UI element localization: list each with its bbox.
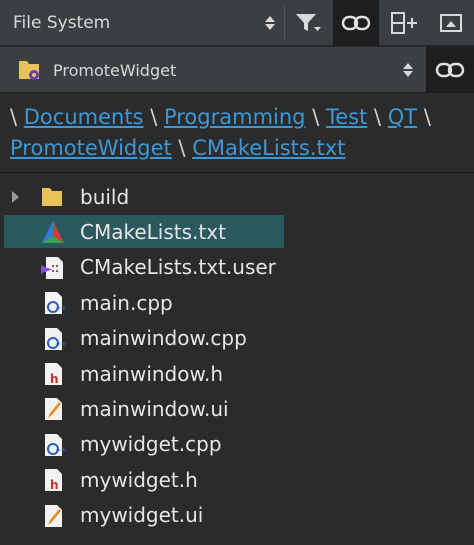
- ui-file-icon: [45, 398, 62, 421]
- breadcrumb-separator: \: [150, 105, 158, 129]
- header-file-icon: h: [45, 362, 62, 386]
- toolbar: File System: [0, 0, 474, 46]
- panel-icon: [440, 14, 462, 32]
- link-icon: [435, 62, 465, 78]
- divider: [0, 172, 474, 173]
- link-with-editor-button[interactable]: [333, 0, 379, 46]
- close-sidebar-button[interactable]: [428, 0, 474, 46]
- list-item[interactable]: h mywidget.h: [0, 462, 474, 497]
- user-file-icon: [41, 256, 63, 279]
- up-down-arrows-icon: [401, 51, 415, 89]
- filter-icon: [296, 14, 321, 31]
- cpp-file-icon: ++: [45, 292, 66, 315]
- ui-file-icon: [45, 504, 62, 527]
- project-selector[interactable]: PromoteWidget: [3, 51, 423, 89]
- file-name: CMakeLists.txt.user: [80, 255, 276, 280]
- expand-arrow-icon[interactable]: [12, 190, 19, 203]
- filter-button[interactable]: [285, 0, 331, 46]
- file-name: build: [80, 184, 130, 209]
- file-name: mainwindow.ui: [80, 397, 229, 422]
- split-button[interactable]: [381, 0, 427, 46]
- folder-icon: [42, 188, 62, 206]
- breadcrumb-separator: \: [423, 105, 431, 129]
- file-name: mainwindow.cpp: [80, 326, 247, 351]
- breadcrumb-qt[interactable]: QT: [388, 105, 417, 129]
- list-item[interactable]: mywidget.ui: [0, 498, 474, 533]
- list-item[interactable]: h mainwindow.h: [0, 356, 474, 391]
- cmake-icon: [42, 221, 64, 244]
- up-down-arrows-icon: [263, 4, 277, 42]
- svg-text:h: h: [50, 478, 59, 492]
- split-add-icon: [391, 12, 417, 34]
- view-selector[interactable]: File System: [3, 4, 283, 42]
- list-item[interactable]: build: [0, 179, 474, 214]
- file-name: mywidget.cpp: [80, 432, 222, 457]
- list-item[interactable]: CMakeLists.txt.user: [0, 250, 474, 285]
- svg-text:h: h: [50, 372, 59, 386]
- list-item[interactable]: CMakeLists.txt: [0, 214, 474, 249]
- project-bar: PromoteWidget: [0, 47, 474, 93]
- breadcrumb-separator: \: [312, 105, 320, 129]
- file-name: mainwindow.h: [80, 361, 224, 386]
- file-name: CMakeLists.txt: [80, 220, 226, 245]
- view-selector-label: File System: [13, 13, 111, 33]
- breadcrumb-programming[interactable]: Programming: [164, 105, 306, 129]
- list-item[interactable]: ++ main.cpp: [0, 285, 474, 320]
- breadcrumb-cmakelists[interactable]: CMakeLists.txt: [192, 136, 345, 160]
- list-item[interactable]: ++ mywidget.cpp: [0, 427, 474, 462]
- breadcrumb-separator: \: [178, 136, 186, 160]
- link-icon: [341, 15, 371, 31]
- breadcrumb-test[interactable]: Test: [326, 105, 367, 129]
- breadcrumb-promotewidget[interactable]: PromoteWidget: [10, 136, 172, 160]
- breadcrumb-separator: \: [10, 105, 18, 129]
- breadcrumb: \ Documents \ Programming \ Test \ QT \ …: [10, 102, 470, 164]
- cpp-file-icon: ++: [45, 327, 66, 350]
- svg-text:++: ++: [55, 304, 66, 312]
- svg-text:++: ++: [55, 340, 66, 348]
- breadcrumb-documents[interactable]: Documents: [24, 105, 144, 129]
- list-item[interactable]: ++ mainwindow.cpp: [0, 321, 474, 356]
- header-file-icon: h: [45, 469, 62, 492]
- list-item[interactable]: mainwindow.ui: [0, 391, 474, 426]
- sync-project-button[interactable]: [426, 47, 474, 93]
- project-folder-icon: [19, 61, 39, 80]
- breadcrumb-separator: \: [374, 105, 382, 129]
- file-name: main.cpp: [80, 290, 173, 315]
- file-tree: build CMakeLists.txt CMakeLists.txt.user…: [0, 179, 474, 533]
- svg-text:++: ++: [55, 446, 66, 454]
- cpp-file-icon: ++: [45, 433, 66, 456]
- file-name: mywidget.ui: [80, 503, 204, 528]
- project-name: PromoteWidget: [53, 60, 177, 80]
- file-name: mywidget.h: [80, 467, 198, 492]
